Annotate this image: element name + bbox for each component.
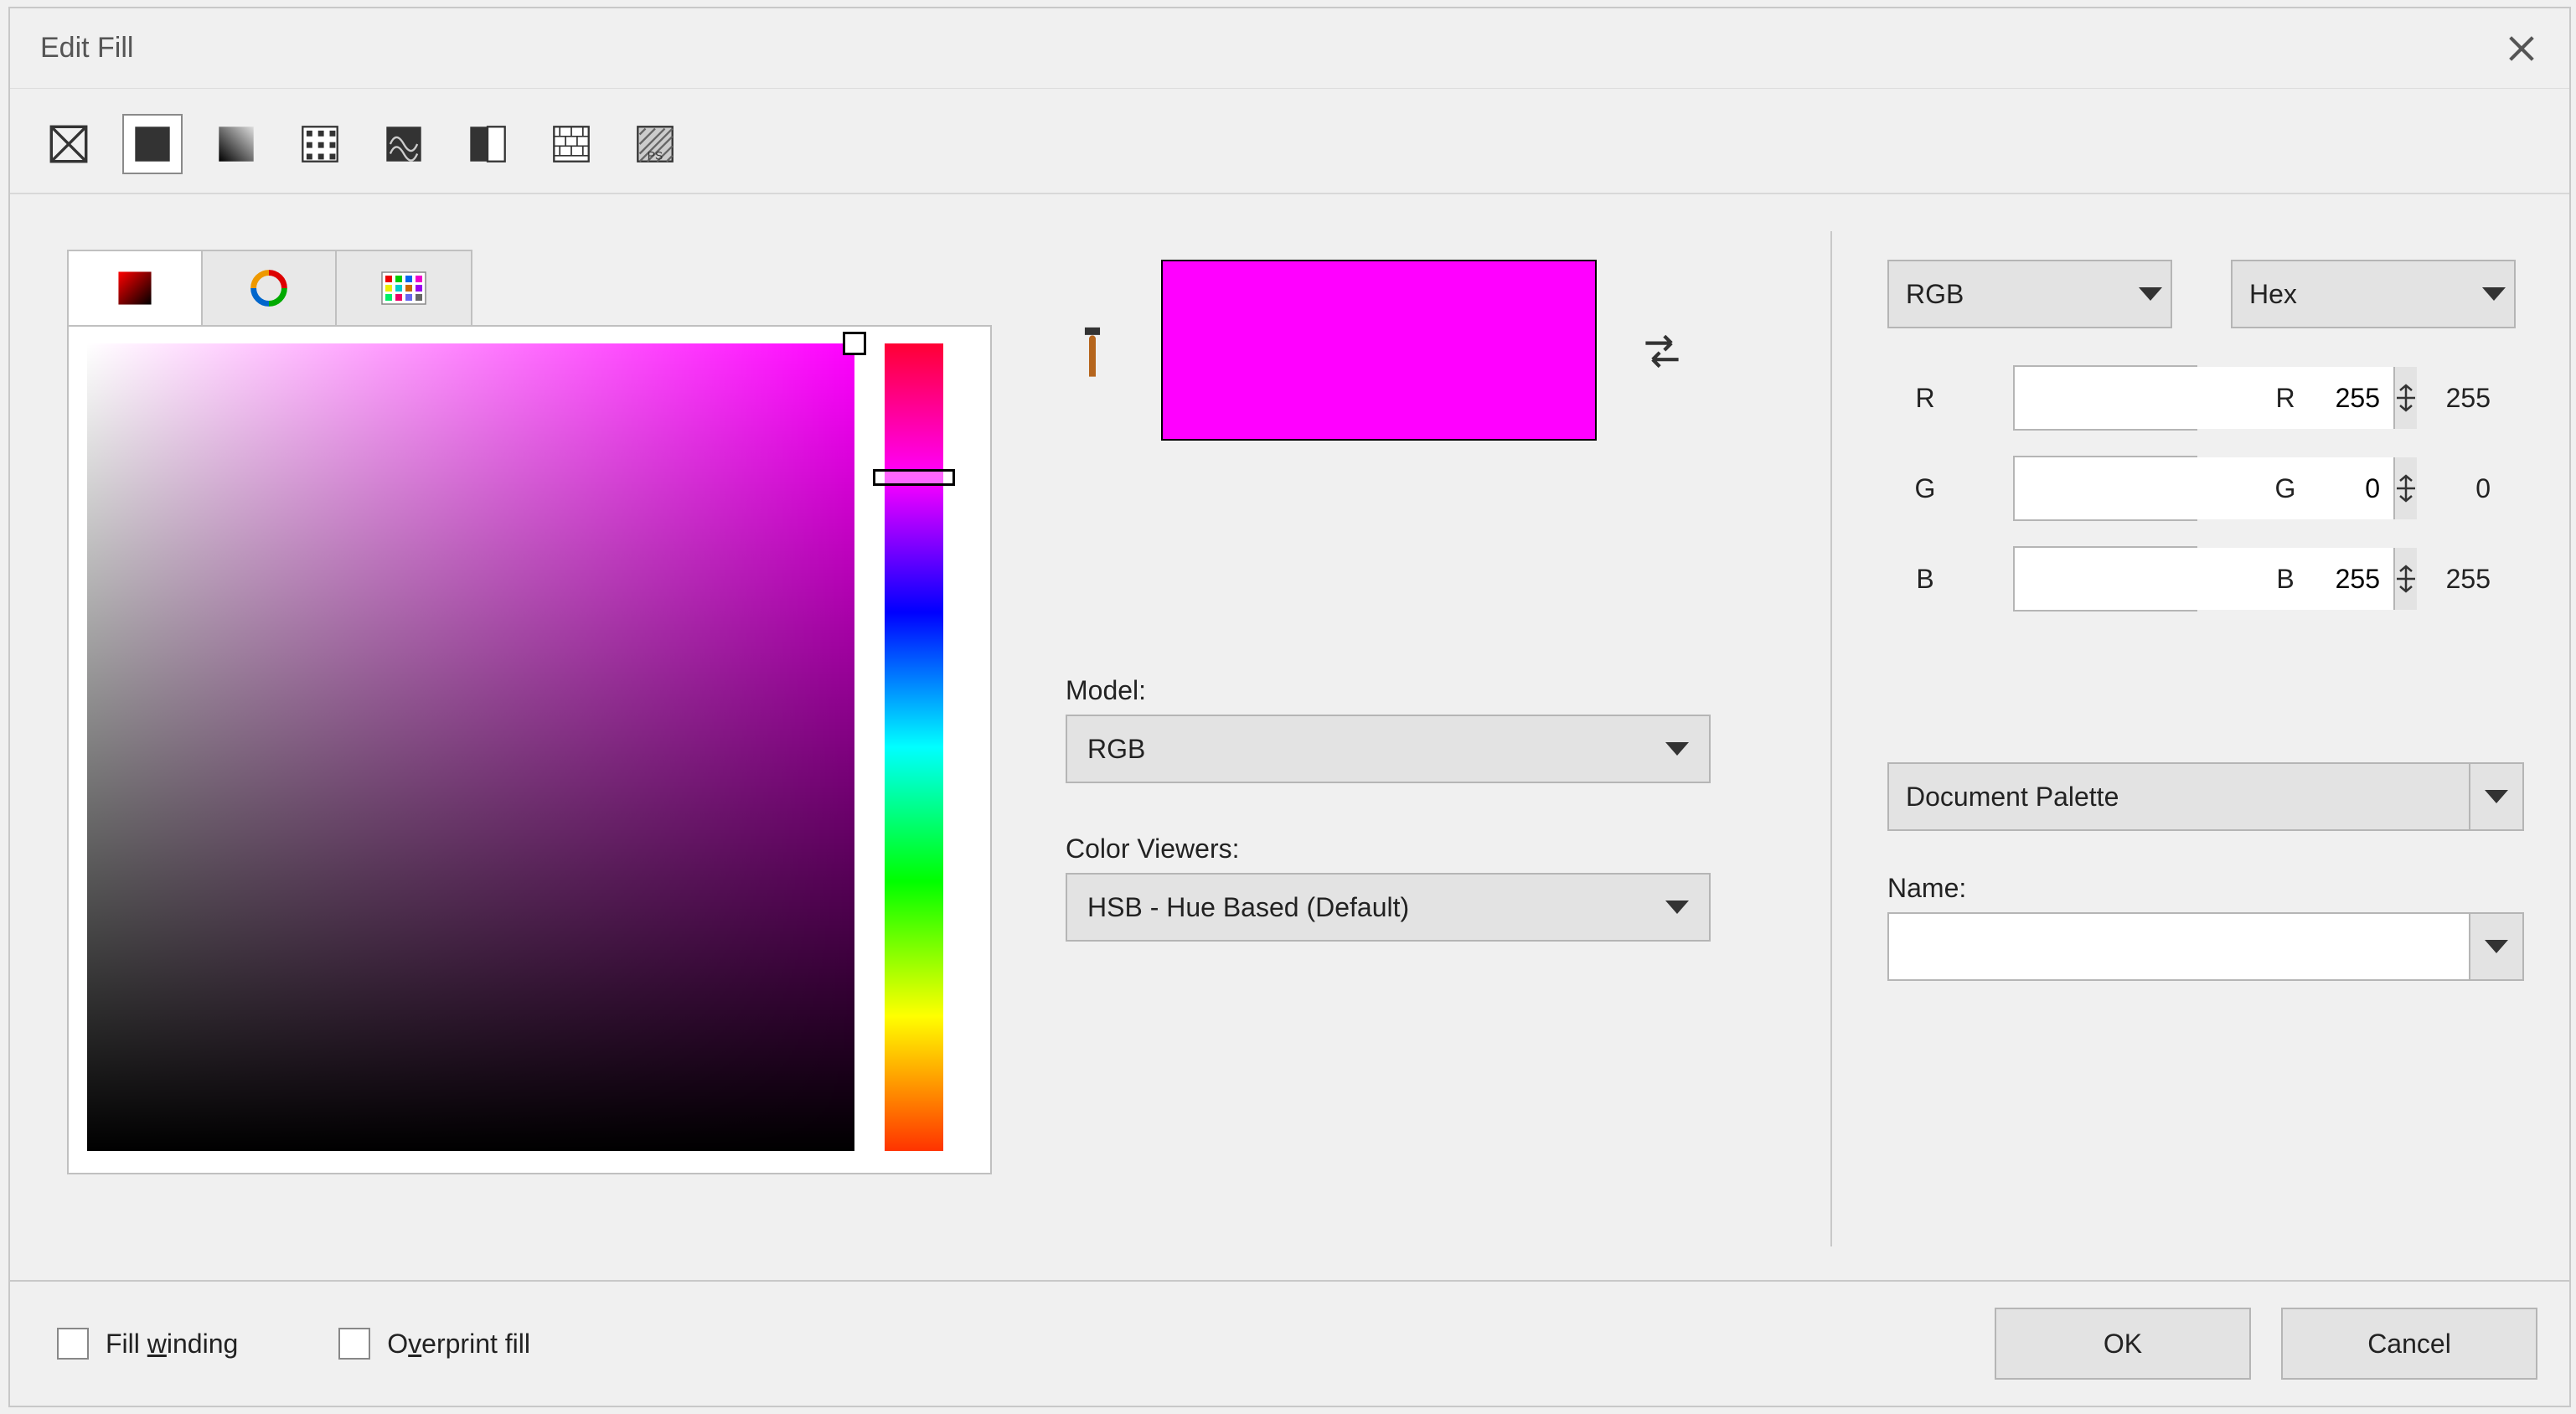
r-label-right: R <box>2248 383 2323 414</box>
fill-winding-row: Fill winding <box>57 1328 238 1360</box>
hue-marker[interactable] <box>873 469 955 486</box>
name-combo-arrow[interactable] <box>2470 912 2524 981</box>
palette-combo-value: Document Palette <box>1906 782 2119 813</box>
overprint-fill-row: Overprint fill <box>338 1328 530 1360</box>
g-value-right: 0 <box>2373 473 2491 504</box>
vector-pattern-button[interactable] <box>290 114 350 174</box>
postscript-fill-icon: PS <box>636 125 674 163</box>
channels-left-mode-combo[interactable]: RGB <box>1887 260 2172 328</box>
g-label-right: G <box>2248 473 2323 504</box>
name-label: Name: <box>1887 873 2536 904</box>
name-input[interactable] <box>1887 912 2470 981</box>
fill-type-toolbar: PS <box>10 89 2569 194</box>
tab-color-viewers[interactable] <box>69 251 203 325</box>
palette-grid-icon <box>381 271 426 305</box>
vector-pattern-icon <box>301 125 339 163</box>
chevron-down-icon <box>1665 901 1689 914</box>
picker-body <box>67 325 992 1174</box>
palette-combo-main[interactable]: Document Palette <box>1887 762 2470 831</box>
chevron-down-icon <box>1665 742 1689 756</box>
palette-combo: Document Palette <box>1887 762 2524 831</box>
dialog-footer: Fill winding Overprint fill OK Cancel <box>10 1280 2569 1406</box>
close-button[interactable] <box>2492 19 2551 78</box>
color-viewers-label: Color Viewers: <box>1066 833 1797 864</box>
channel-grid: R R 255 G G 0 B <box>1887 365 2536 612</box>
cancel-button-label: Cancel <box>2367 1329 2451 1360</box>
postscript-fill-button[interactable]: PS <box>625 114 685 174</box>
r-label-left: R <box>1887 383 1963 414</box>
tab-color-sliders[interactable] <box>203 251 337 325</box>
ok-button[interactable]: OK <box>1995 1308 2251 1380</box>
r-input-left-field[interactable] <box>2015 367 2393 429</box>
ok-button-label: OK <box>2104 1329 2142 1360</box>
picker-tabs <box>67 250 472 325</box>
no-fill-button[interactable] <box>39 114 99 174</box>
two-color-pattern-button[interactable] <box>457 114 518 174</box>
channels-left-mode-value: RGB <box>1906 279 1964 310</box>
channels-right-mode-value: Hex <box>2249 279 2297 310</box>
r-input-left <box>2013 365 2197 431</box>
overprint-fill-checkbox[interactable] <box>338 1328 370 1360</box>
channels-right-mode-combo[interactable]: Hex <box>2231 260 2516 328</box>
b-input-left <box>2013 546 2197 612</box>
svg-text:PS: PS <box>648 149 663 162</box>
bitmap-pattern-icon <box>385 125 423 163</box>
chevron-down-icon <box>2485 940 2508 953</box>
palette-combo-arrow[interactable] <box>2470 762 2524 831</box>
eyedropper-icon[interactable] <box>1055 312 1131 389</box>
color-wheel-icon <box>250 269 288 307</box>
hue-slider[interactable] <box>885 343 943 1151</box>
right-column: RGB Hex R R 255 G <box>1832 226 2569 1280</box>
color-picker-column <box>10 226 1032 1280</box>
fill-winding-label: Fill winding <box>106 1329 238 1360</box>
close-icon <box>2505 32 2538 65</box>
model-combo[interactable]: RGB <box>1066 715 1711 783</box>
bitmap-pattern-button[interactable] <box>374 114 434 174</box>
name-combo <box>1887 912 2524 981</box>
middle-column: Model: RGB Color Viewers: HSB - Hue Base… <box>1032 226 1830 1280</box>
fountain-fill-icon <box>217 125 256 163</box>
b-label-left: B <box>1887 564 1963 595</box>
fill-winding-checkbox[interactable] <box>57 1328 89 1360</box>
cancel-button[interactable]: Cancel <box>2281 1308 2537 1380</box>
chevron-down-icon <box>2485 790 2508 803</box>
chevron-down-icon <box>2482 287 2506 301</box>
texture-fill-icon <box>552 125 591 163</box>
model-label: Model: <box>1066 675 1797 706</box>
color-viewers-combo[interactable]: HSB - Hue Based (Default) <box>1066 873 1711 942</box>
swap-colors-icon[interactable] <box>1639 327 1685 374</box>
no-fill-icon <box>49 125 88 163</box>
title-bar: Edit Fill <box>10 8 2569 89</box>
r-value-right: 255 <box>2373 383 2491 414</box>
saturation-value-field[interactable] <box>87 343 854 1151</box>
model-combo-value: RGB <box>1087 734 1145 765</box>
g-label-left: G <box>1887 473 1963 504</box>
sv-marker[interactable] <box>843 332 866 355</box>
tab-color-palettes[interactable] <box>337 251 471 325</box>
solid-fill-icon <box>133 125 172 163</box>
g-input-left-field[interactable] <box>2015 457 2393 519</box>
b-label-right: B <box>2248 564 2323 595</box>
edit-fill-dialog: Edit Fill <box>8 7 2571 1407</box>
b-input-left-field[interactable] <box>2015 548 2393 610</box>
overprint-fill-label: Overprint fill <box>387 1329 530 1360</box>
dialog-title: Edit Fill <box>40 32 133 65</box>
main-area: Model: RGB Color Viewers: HSB - Hue Base… <box>10 226 2569 1280</box>
uniform-fill-button[interactable] <box>122 114 183 174</box>
b-value-right: 255 <box>2373 564 2491 595</box>
color-viewers-combo-value: HSB - Hue Based (Default) <box>1087 892 1409 923</box>
fountain-fill-button[interactable] <box>206 114 266 174</box>
current-color-swatch[interactable] <box>1161 260 1597 441</box>
chevron-down-icon <box>2139 287 2162 301</box>
g-input-left <box>2013 456 2197 521</box>
two-color-pattern-icon <box>468 125 507 163</box>
texture-fill-button[interactable] <box>541 114 601 174</box>
gradient-swatch-icon <box>116 269 154 307</box>
